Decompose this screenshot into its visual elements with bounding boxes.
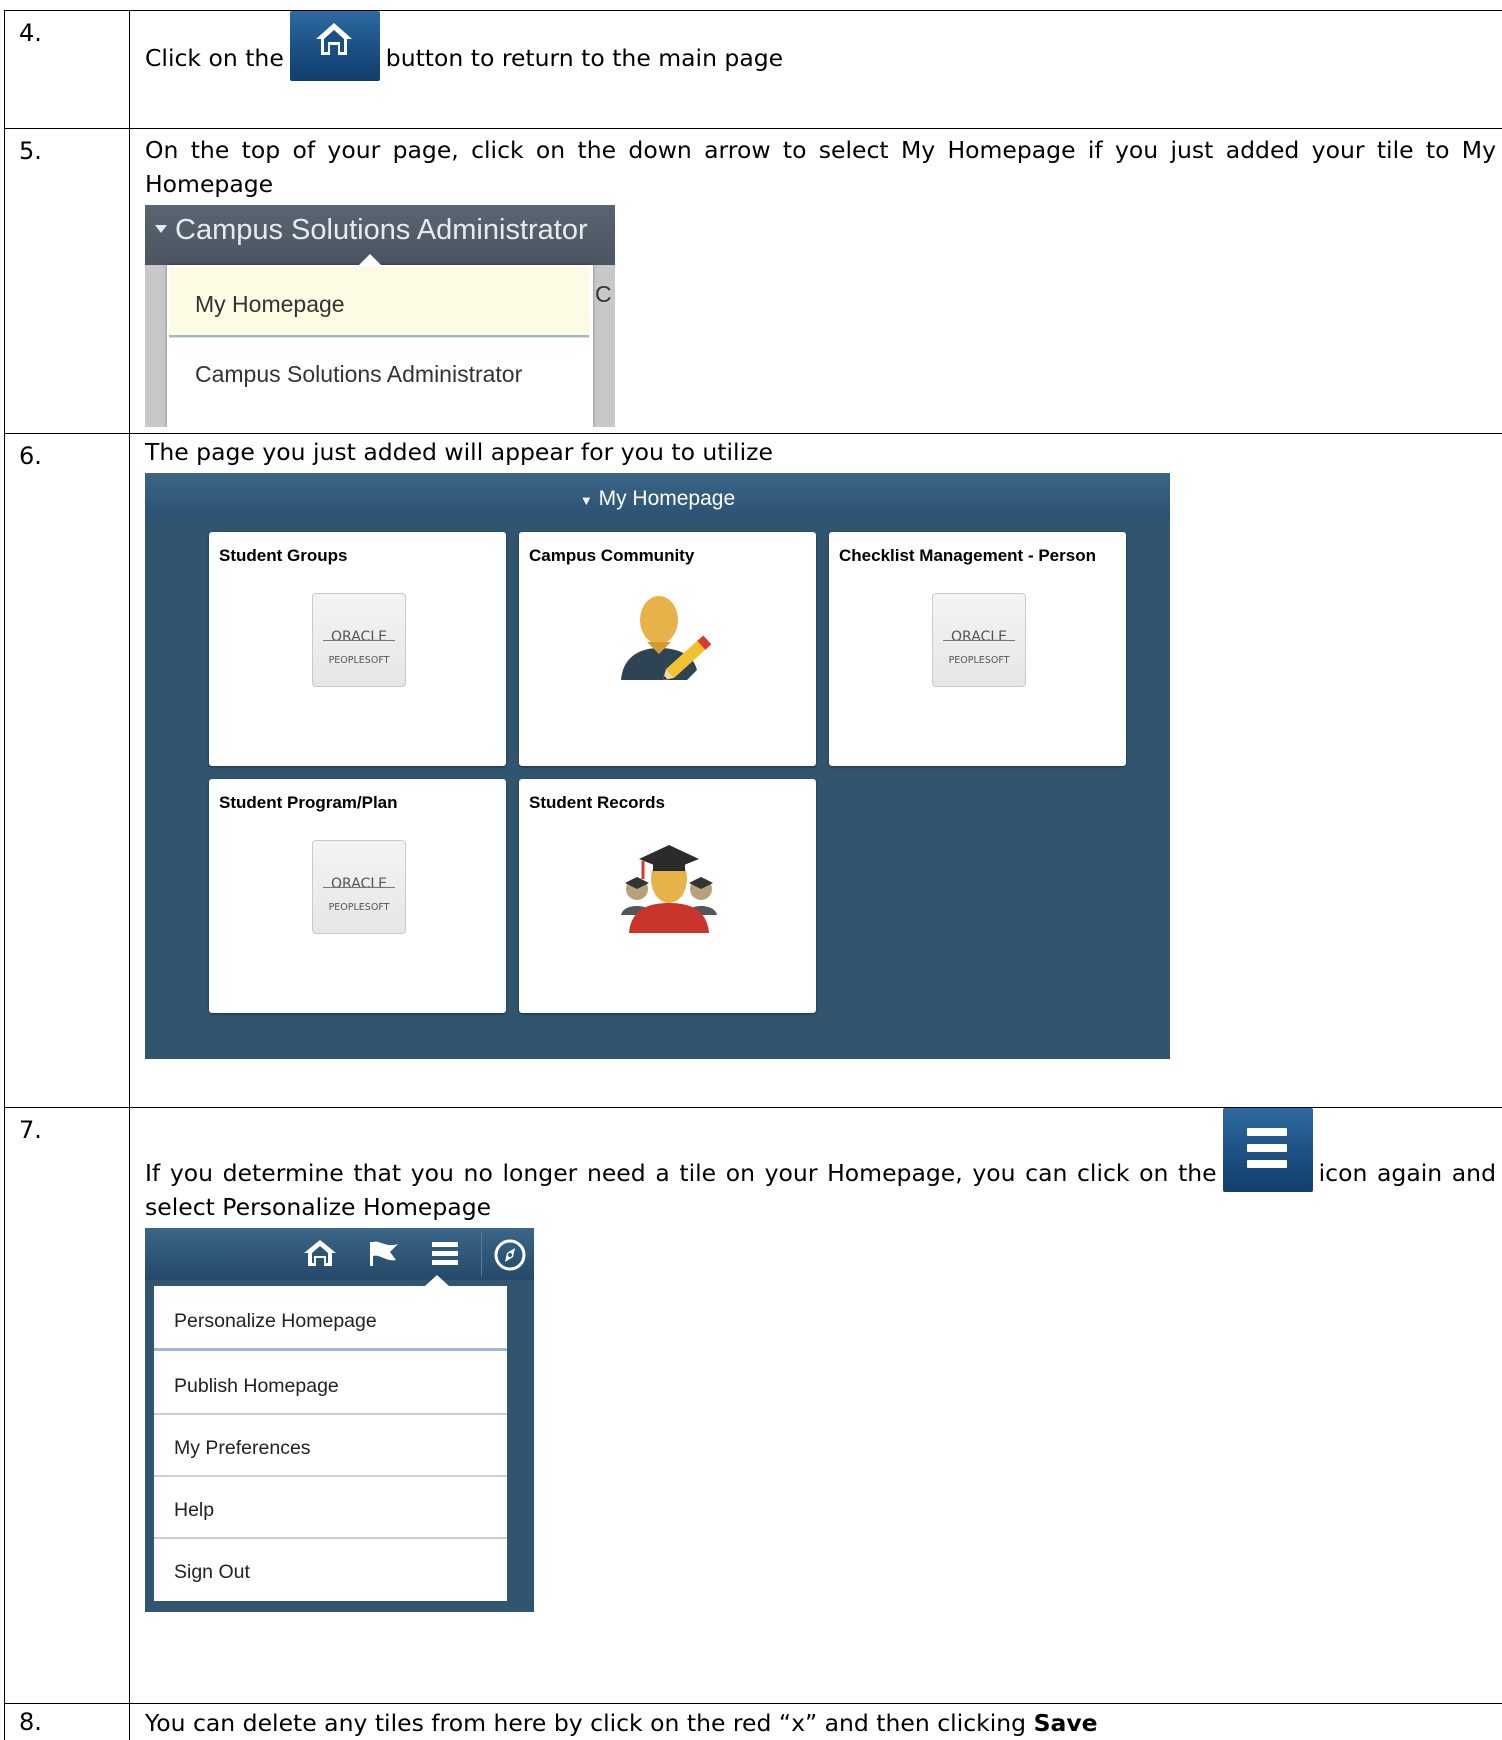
oracle-peoplesoft-logo: ORACLE PEOPLESOFT (312, 593, 406, 687)
homepage-dropdown-screenshot: Campus Solutions Administrator C My Home… (145, 205, 615, 427)
dropdown-caret (425, 1275, 449, 1286)
step-text: The page you just added will appear for … (145, 434, 1502, 469)
navbar-menu-screenshot: Personalize Homepage Publish Homepage My… (145, 1228, 534, 1612)
tile-student-records[interactable]: Student Records (519, 779, 816, 1013)
menu-item-personalize-homepage[interactable]: Personalize Homepage (154, 1286, 507, 1351)
step-text: On the top of your page, click on the do… (145, 129, 1502, 201)
step-content: The page you just added will appear for … (130, 434, 1502, 1108)
step-row-8: 8. You can delete any tiles from here by… (5, 1704, 1502, 1740)
step-content: On the top of your page, click on the do… (130, 129, 1502, 434)
step-number: 4. (5, 11, 130, 129)
tile-title: Student Program/Plan (219, 786, 398, 820)
flag-icon[interactable] (366, 1238, 400, 1268)
menu-item-sign-out[interactable]: Sign Out (154, 1537, 507, 1599)
step-number: 6. (5, 434, 130, 1108)
tile-student-groups[interactable]: Student Groups ORACLE PEOPLESOFT (209, 532, 506, 766)
homepage-banner-title: Campus Solutions Administrator (175, 213, 588, 247)
step-content: Click on the button to return to the main… (130, 11, 1502, 129)
tile-campus-community[interactable]: Campus Community (519, 532, 816, 766)
dropdown-arrow-icon (155, 225, 167, 233)
menu-item-publish-homepage[interactable]: Publish Homepage (154, 1351, 507, 1415)
dropdown-caret (357, 254, 383, 267)
home-icon[interactable] (303, 1238, 337, 1268)
homepage-title: My Homepage (599, 487, 736, 510)
tile-title: Student Groups (219, 539, 347, 573)
compass-icon[interactable] (493, 1238, 527, 1272)
background-text-fragment: C (595, 277, 612, 311)
dropdown-item-label: My Homepage (195, 287, 345, 321)
step-text-before: If you determine that you no longer need… (145, 1159, 1217, 1187)
step-text-before: Click on the (145, 44, 284, 72)
instructions-table: 4. Click on the button to return to the m… (4, 10, 1502, 1740)
tile-title: Campus Community (529, 539, 694, 573)
step-number: 7. (5, 1108, 130, 1704)
home-button-image (290, 11, 380, 81)
step-text-bold: Save (1034, 1709, 1098, 1737)
dropdown-item-campus-solutions-administrator[interactable]: Campus Solutions Administrator (195, 357, 522, 391)
tile-title: Checklist Management - Person (839, 539, 1096, 573)
home-icon (314, 21, 354, 57)
step-content: You can delete any tiles from here by cl… (130, 1704, 1502, 1740)
person-edit-icon (619, 592, 719, 688)
my-homepage-screenshot: ▼ My Homepage Student Groups ORACLE PEOP… (145, 473, 1170, 1059)
tile-title: Student Records (529, 786, 665, 820)
step-row-6: 6. The page you just added will appear f… (5, 434, 1502, 1108)
oracle-peoplesoft-logo: ORACLE PEOPLESOFT (932, 593, 1026, 687)
menu-item-help[interactable]: Help (154, 1475, 507, 1539)
dropdown-arrow-icon: ▼ (580, 493, 593, 508)
tile-student-program-plan[interactable]: Student Program/Plan ORACLE PEOPLESOFT (209, 779, 506, 1013)
navbar (145, 1228, 534, 1280)
menu-item-my-preferences[interactable]: My Preferences (154, 1413, 507, 1477)
step-row-4: 4. Click on the button to return to the m… (5, 11, 1502, 129)
step-number: 8. (5, 1704, 130, 1740)
step-row-7: 7. If you determine that you no longer n… (5, 1108, 1502, 1704)
step-content: If you determine that you no longer need… (130, 1108, 1502, 1704)
step-number: 5. (5, 129, 130, 434)
step-text: You can delete any tiles from here by cl… (145, 1709, 1026, 1737)
hamburger-menu-icon[interactable] (430, 1238, 460, 1268)
tile-checklist-management-person[interactable]: Checklist Management - Person ORACLE PEO… (829, 532, 1126, 766)
graduate-icon (619, 839, 719, 935)
navbar-menu-button-image (1223, 1108, 1313, 1192)
step-text-after: button to return to the main page (386, 44, 783, 72)
step-row-5: 5. On the top of your page, click on the… (5, 129, 1502, 434)
oracle-peoplesoft-logo: ORACLE PEOPLESOFT (312, 840, 406, 934)
